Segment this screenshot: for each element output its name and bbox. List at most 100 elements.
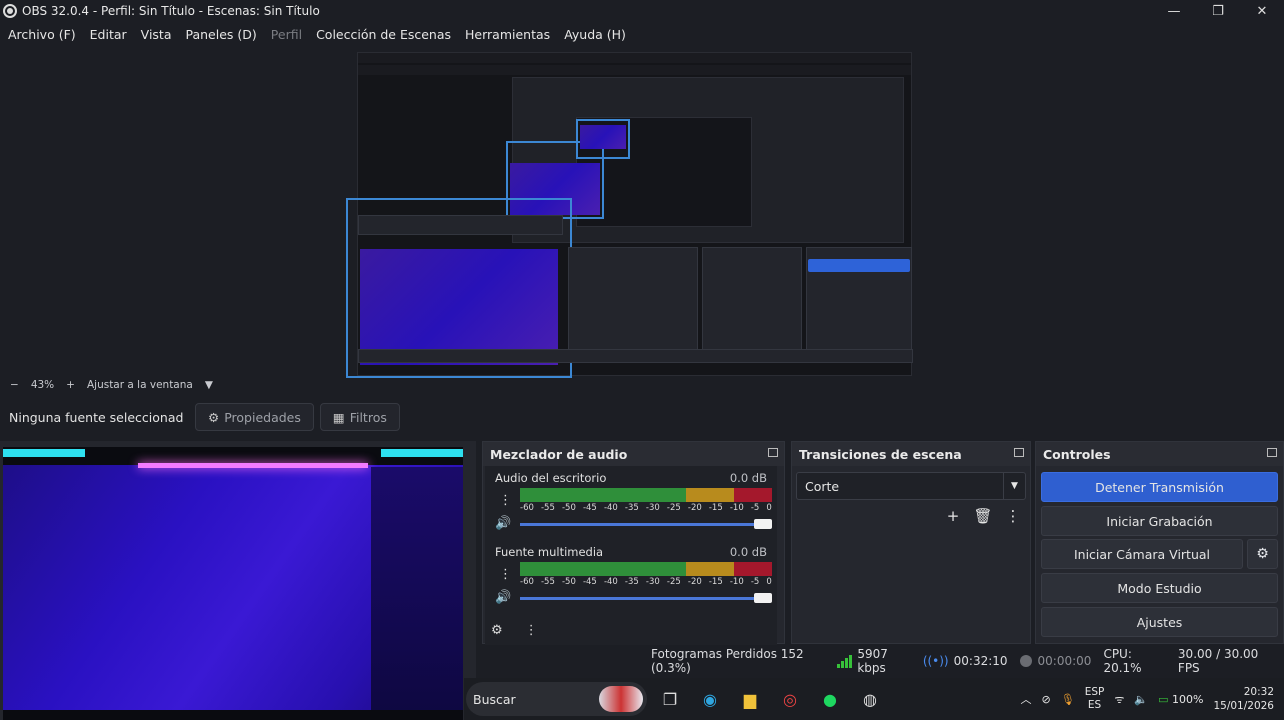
clock-date: 15/01/2026 <box>1213 700 1274 712</box>
source-toolbar: Ninguna fuente seleccionad ⚙ Propiedades… <box>0 400 1284 434</box>
speaker-icon[interactable]: 🔊 <box>495 590 511 605</box>
mixer-body: Audio del escritorio 0.0 dB ⋮ -60 -55 -50-… <box>485 466 777 645</box>
chevron-down-icon[interactable]: ▼ <box>1003 473 1025 499</box>
menu-archivo[interactable]: Archivo (F) <box>8 27 76 42</box>
record-icon <box>1019 655 1032 667</box>
chrome-icon[interactable]: ◎ <box>773 682 807 716</box>
no-source-label: Ninguna fuente seleccionad <box>9 409 184 425</box>
menu-herramientas[interactable]: Herramientas <box>465 27 550 42</box>
studio-mode-button[interactable]: Modo Estudio <box>1041 573 1278 603</box>
advanced-audio-icon[interactable]: ⚙ <box>491 623 503 638</box>
transition-value: Corte <box>805 478 840 494</box>
meter-tick-label: -20 <box>687 503 702 513</box>
rec-time: 00:00:00 <box>1037 654 1092 668</box>
window-controls: — ❐ ✕ <box>1152 0 1284 22</box>
float-dock-icon[interactable] <box>1014 448 1024 457</box>
meter-scale: -60 -55 -50 -45 -40 -35 -30 -25 -20 -15 -10 -5 0 <box>520 503 772 515</box>
volume-slider-knob[interactable] <box>754 593 772 603</box>
meter-tick-label: -25 <box>666 577 681 587</box>
filters-button[interactable]: ▦ Filtros <box>319 403 400 431</box>
controls-dock: Controles Detener Transmisión Iniciar Gr… <box>1035 441 1284 644</box>
volume-slider-knob[interactable] <box>754 519 772 529</box>
microphone-icon[interactable]: 🎙 <box>1061 693 1075 706</box>
meter-tick-label: -40 <box>603 577 618 587</box>
meter-tick-label: -10 <box>729 503 744 513</box>
file-explorer-icon[interactable]: ▆ <box>733 682 767 716</box>
properties-button[interactable]: ⚙ Propiedades <box>195 403 314 431</box>
properties-label: Propiedades <box>224 409 301 425</box>
obs-logo-icon <box>3 4 17 18</box>
taskbar-search[interactable]: Buscar <box>466 682 647 716</box>
webcam-overlay-preview <box>3 447 463 720</box>
cpu-usage: CPU: 20.1% <box>1103 647 1142 675</box>
meter-tick-label: -60 <box>520 503 534 513</box>
virtual-cam-settings-icon[interactable]: ⚙ <box>1247 539 1278 569</box>
spotify-icon[interactable]: ● <box>813 682 847 716</box>
fit-to-window-button[interactable]: Ajustar a la ventana <box>87 379 193 391</box>
system-tray: ︿ ⊘ 🎙 ESP ES ᯤ 🔈 ▭ 100% 20:32 15/01/2026 <box>1021 678 1284 720</box>
mixer-menu-icon[interactable]: ⋮ <box>525 623 538 638</box>
settings-button[interactable]: Ajustes <box>1041 607 1278 637</box>
volume-meter <box>520 562 772 576</box>
wifi-icon[interactable]: ᯤ <box>1114 692 1124 707</box>
channel-menu-icon[interactable]: ⋮ <box>499 567 512 582</box>
controls-title: Controles <box>1036 442 1283 466</box>
network-off-icon[interactable]: ⊘ <box>1042 693 1051 706</box>
volume-slider[interactable] <box>520 519 772 529</box>
battery-level: 100% <box>1172 692 1204 706</box>
menu-paneles[interactable]: Paneles (D) <box>186 27 257 42</box>
start-recording-button[interactable]: Iniciar Grabación <box>1041 506 1278 536</box>
menu-bar: Archivo (F) Editar Vista Paneles (D) Per… <box>0 22 1284 46</box>
speaker-icon[interactable]: 🔊 <box>495 516 511 531</box>
language-indicator[interactable]: ESP ES <box>1085 686 1105 712</box>
menu-ayuda[interactable]: Ayuda (H) <box>564 27 626 42</box>
gear-icon: ⚙ <box>208 409 220 425</box>
channel-menu-icon[interactable]: ⋮ <box>499 493 512 508</box>
more-menu-icon[interactable]: ⋮ <box>1002 505 1024 527</box>
volume-slider[interactable] <box>520 593 772 603</box>
trash-icon[interactable]: 🗑 <box>972 505 994 527</box>
meter-tick-label: -55 <box>540 577 555 587</box>
meter-tick-label: -40 <box>603 503 618 513</box>
edge-icon[interactable]: ◉ <box>693 682 727 716</box>
meter-tick-label: -60 <box>520 577 534 587</box>
meter-tick-label: -25 <box>666 503 681 513</box>
menu-editar[interactable]: Editar <box>90 27 127 42</box>
float-dock-icon[interactable] <box>768 448 778 457</box>
audio-mixer-dock: Mezclador de audio Audio del escritorio … <box>482 441 785 645</box>
zoom-level: 43% <box>30 379 55 391</box>
scene-transitions-dock: Transiciones de escena Corte ▼ + 🗑 ⋮ <box>791 441 1031 644</box>
rec-timer: 00:00:00 <box>1019 654 1092 668</box>
start-virtual-cam-button[interactable]: Iniciar Cámara Virtual <box>1041 539 1243 569</box>
task-view-icon[interactable]: ❐ <box>653 682 687 716</box>
meter-tick-label: 0 <box>766 503 772 513</box>
window-title: OBS 32.0.4 - Perfil: Sin Título - Escena… <box>22 4 320 18</box>
bitrate: 5907 kbps <box>837 647 911 675</box>
obs-taskbar-icon[interactable]: ◍ <box>853 682 887 716</box>
meter-tick-label: -30 <box>645 503 660 513</box>
transition-select[interactable]: Corte ▼ <box>796 472 1026 500</box>
minimize-button[interactable]: — <box>1152 0 1196 22</box>
float-dock-icon[interactable] <box>1267 448 1277 457</box>
keyboard-layout: ES <box>1087 699 1102 711</box>
meter-tick-label: -35 <box>624 503 639 513</box>
meter-tick-label: 0 <box>766 577 772 587</box>
add-icon[interactable]: + <box>942 505 964 527</box>
zoom-in-button[interactable]: + <box>66 379 75 391</box>
zoom-dropdown-icon[interactable]: ▼ <box>205 379 213 391</box>
volume-icon[interactable]: 🔈 <box>1134 693 1148 706</box>
meter-tick-label: -45 <box>582 577 597 587</box>
windows-taskbar: Buscar ❐ ◉ ▆ ◎ ● ◍ ︿ ⊘ 🎙 ESP ES ᯤ 🔈 ▭ 10… <box>464 678 1284 720</box>
close-button[interactable]: ✕ <box>1240 0 1284 22</box>
battery[interactable]: ▭ 100% <box>1158 693 1203 706</box>
zoom-out-button[interactable]: − <box>10 379 19 391</box>
menu-coleccion-escenas[interactable]: Colección de Escenas <box>316 27 451 42</box>
maximize-button[interactable]: ❐ <box>1196 0 1240 22</box>
stop-stream-button[interactable]: Detener Transmisión <box>1041 472 1278 502</box>
stream-time: 00:32:10 <box>953 654 1008 668</box>
clock[interactable]: 20:32 15/01/2026 <box>1213 685 1274 713</box>
menu-vista[interactable]: Vista <box>141 27 172 42</box>
mixer-title: Mezclador de audio <box>483 442 784 466</box>
chevron-up-icon[interactable]: ︿ <box>1021 691 1032 707</box>
meter-tick-label: -5 <box>750 577 760 587</box>
